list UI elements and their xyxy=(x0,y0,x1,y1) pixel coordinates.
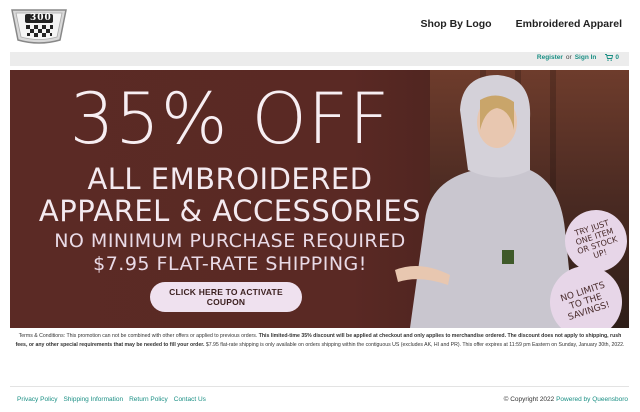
terms-text-2: $7.95 flat-rate shipping is only availab… xyxy=(204,341,625,348)
site-logo[interactable]: 300 xyxy=(10,6,68,46)
footer-return-policy-link[interactable]: Return Policy xyxy=(129,396,168,403)
cart-button[interactable]: 0 xyxy=(605,54,619,61)
powered-by-link[interactable]: Powered by Queensboro xyxy=(556,396,628,403)
footer-divider xyxy=(10,386,629,387)
logo-text: 300 xyxy=(30,13,52,23)
badge-1-text: TRY JUST ONE ITEM OR STOCK UP! xyxy=(573,218,619,261)
banner-line-1: ALL EMBROIDERED xyxy=(87,162,373,196)
register-link[interactable]: Register xyxy=(537,54,563,61)
sign-in-link[interactable]: Sign In xyxy=(575,54,597,61)
account-links: Register or Sign In 0 xyxy=(537,54,619,61)
nav-embroidered-apparel[interactable]: Embroidered Apparel xyxy=(516,18,622,30)
cart-count: 0 xyxy=(615,54,619,61)
banner-line-2: APPAREL & ACCESSORIES xyxy=(38,194,422,228)
logo-emblem-icon xyxy=(11,9,67,44)
account-bar: Register or Sign In 0 xyxy=(10,52,629,66)
shopping-cart-icon xyxy=(605,54,614,61)
footer-privacy-policy-link[interactable]: Privacy Policy xyxy=(17,396,57,403)
terms-text-1: Terms & Conditions: This promotion can n… xyxy=(18,333,259,339)
main-nav: Shop By Logo Embroidered Apparel xyxy=(420,18,622,30)
footer-shipping-information-link[interactable]: Shipping Information xyxy=(63,396,123,403)
copyright: © Copyright 2022 Powered by Queensboro xyxy=(504,396,628,403)
footer-links: Privacy Policy Shipping Information Retu… xyxy=(17,396,206,403)
footer-contact-us-link[interactable]: Contact Us xyxy=(174,396,206,403)
copyright-text: © Copyright 2022 xyxy=(503,396,555,403)
badge-2-text: NO LIMITS TO THE SAVINGS! xyxy=(559,280,612,323)
discount-headline: 35% OFF xyxy=(69,78,391,160)
terms-and-conditions: Terms & Conditions: This promotion can n… xyxy=(14,332,626,349)
site-header: 300 Shop By Logo Embroidered Apparel xyxy=(0,0,640,50)
or-text: or xyxy=(565,54,572,61)
activate-coupon-button[interactable]: CLICK HERE TO ACTIVATE COUPON xyxy=(150,282,302,312)
banner-line-4: $7.95 FLAT-RATE SHIPPING! xyxy=(93,253,367,275)
nav-shop-by-logo[interactable]: Shop By Logo xyxy=(420,18,491,30)
promo-banner[interactable]: 35% OFF ALL EMBROIDERED APPAREL & ACCESS… xyxy=(10,70,629,328)
banner-line-3: NO MINIMUM PURCHASE REQUIRED xyxy=(54,230,406,252)
